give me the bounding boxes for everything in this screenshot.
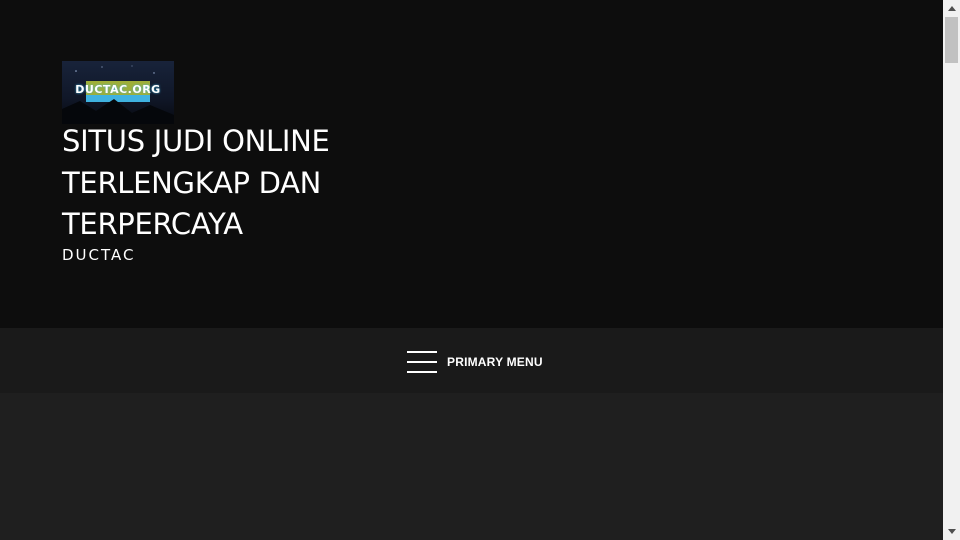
primary-menu-toggle-button[interactable]: PRIMARY MENU [407,350,543,374]
vertical-scrollbar[interactable] [943,0,960,540]
site-header: DUCTAC.ORG SITUS JUDI ONLINE TERLENGKAP … [0,0,943,328]
scroll-up-arrow-icon[interactable] [943,0,960,17]
logo-text: DUCTAC.ORG [75,83,161,96]
scroll-down-arrow-icon[interactable] [943,523,960,540]
site-title[interactable]: SITUS JUDI ONLINE TERLENGKAP DAN TERPERC… [62,121,382,246]
hamburger-icon [407,351,437,373]
primary-menu-label: PRIMARY MENU [447,355,543,369]
site-logo-link[interactable]: DUCTAC.ORG [62,61,174,124]
page-viewport: DUCTAC.ORG SITUS JUDI ONLINE TERLENGKAP … [0,0,943,540]
site-tagline: DUCTAC [62,246,136,264]
main-content-area [0,393,943,540]
scrollbar-thumb[interactable] [945,17,958,63]
